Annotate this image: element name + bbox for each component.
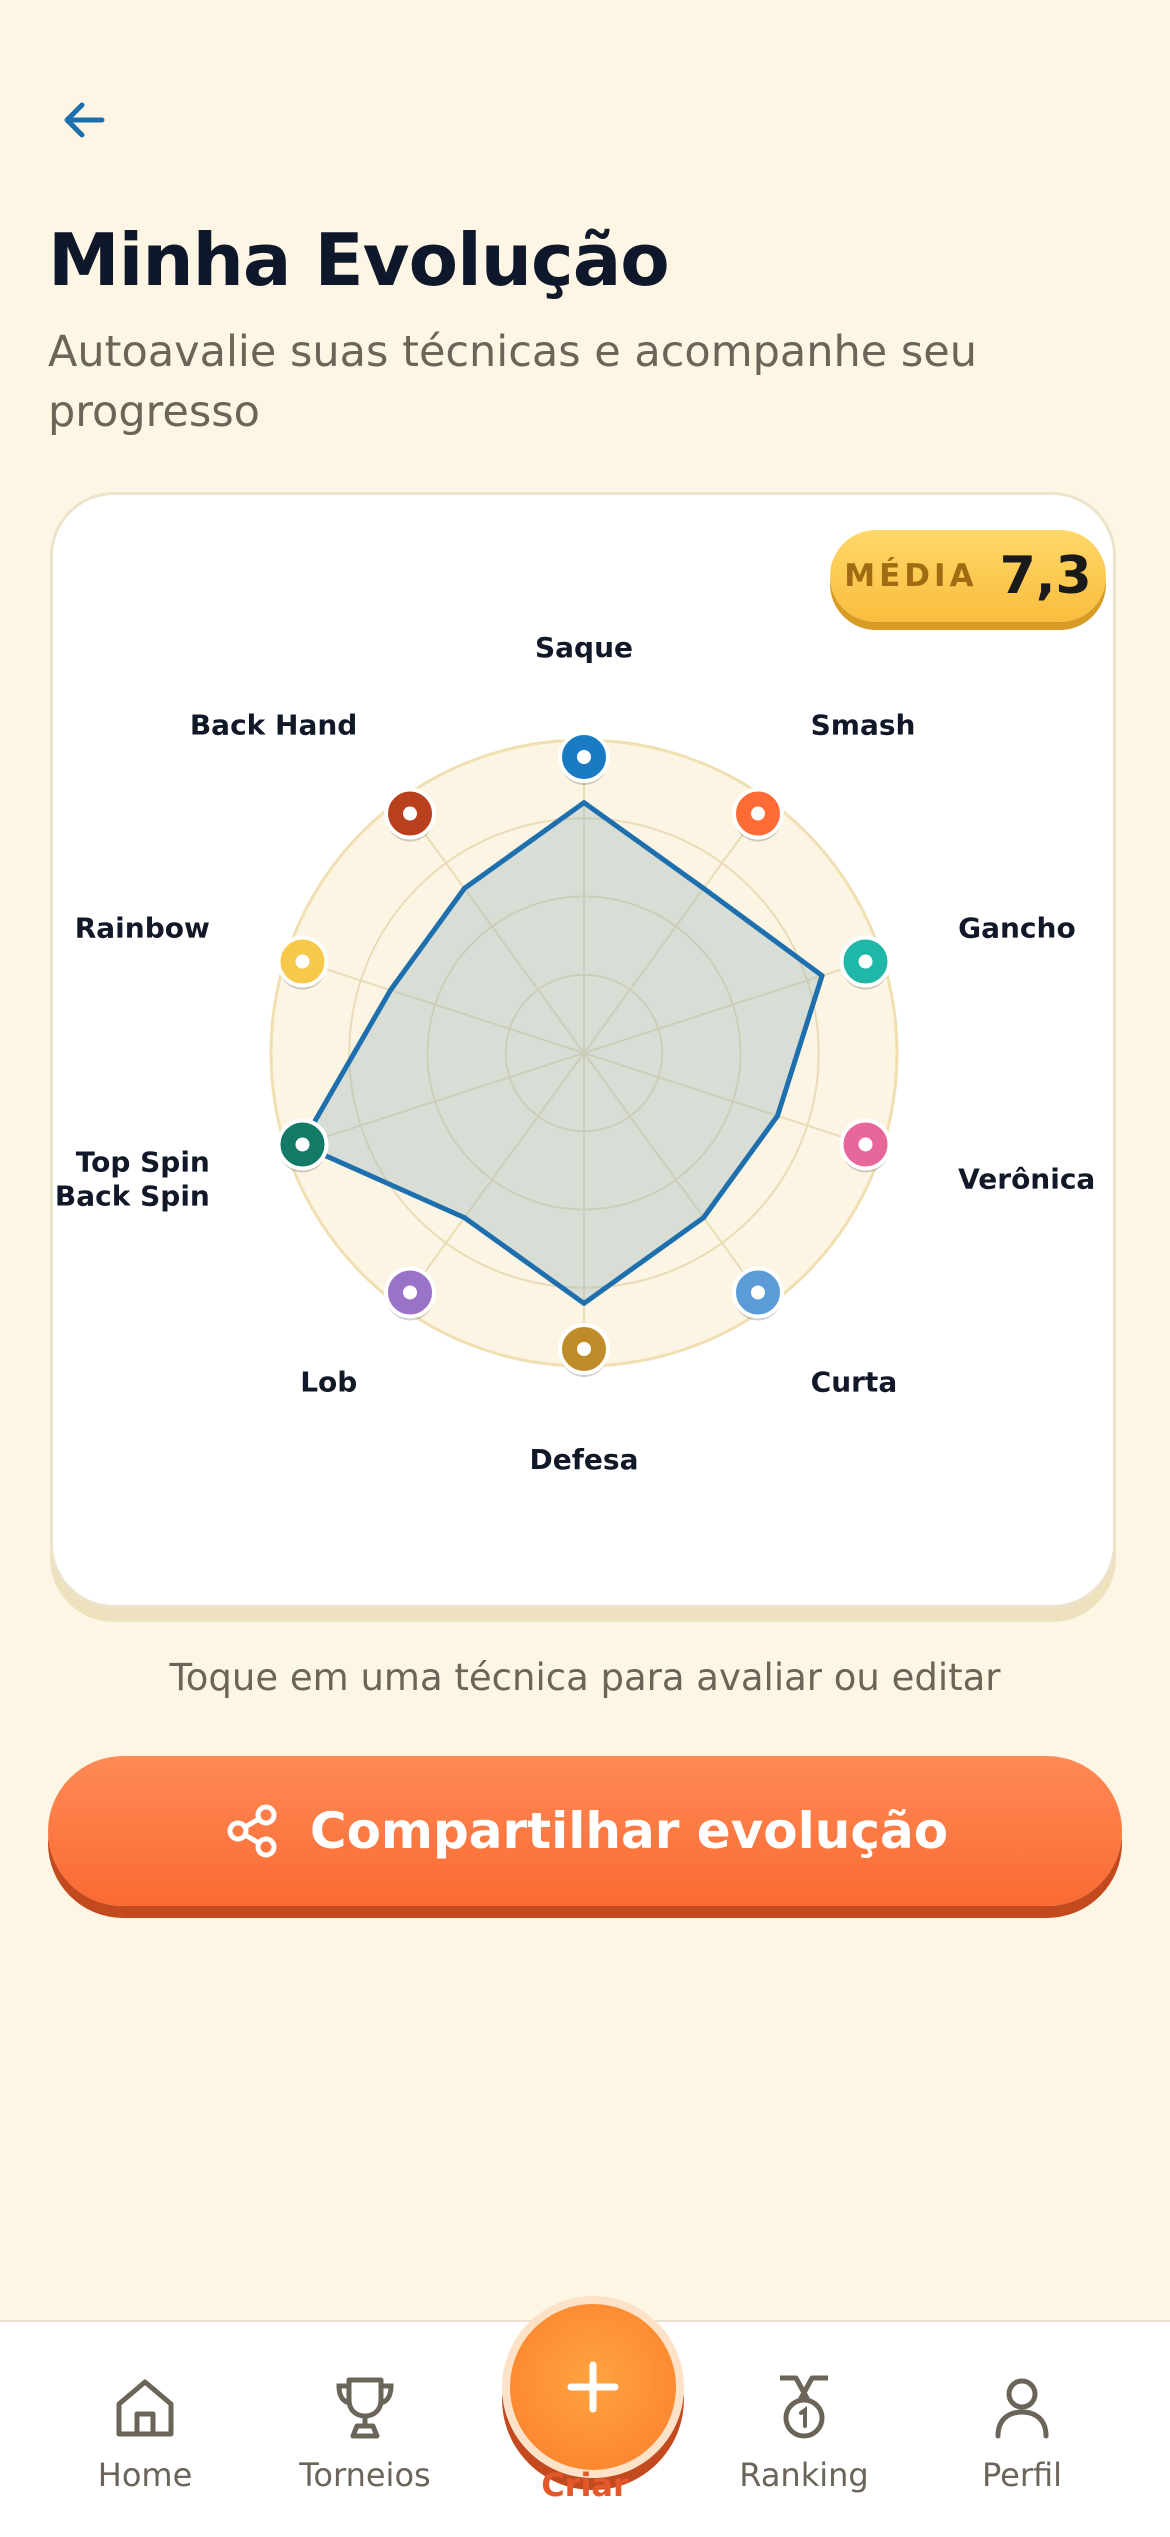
technique-marker[interactable] <box>276 1118 329 1173</box>
technique-label[interactable]: Back Hand <box>190 709 358 742</box>
technique-marker[interactable] <box>558 731 610 785</box>
technique-label[interactable]: Rainbow <box>75 912 210 945</box>
arrow-left-icon <box>64 102 105 138</box>
page-subtitle: Autoavalie suas técnicas e acompanhe seu… <box>48 327 977 437</box>
hint-text: Toque em uma técnica para avaliar ou edi… <box>169 1656 1001 1699</box>
technique-label[interactable]: Gancho <box>958 912 1076 945</box>
trophy-icon <box>336 2377 394 2439</box>
nav-ranking[interactable]: Ranking <box>714 2372 894 2494</box>
radar-chart: Saque Smash Gancho Verônica Curta Defesa Lob To… <box>55 631 1095 1476</box>
user-icon <box>995 2378 1049 2439</box>
technique-marker[interactable] <box>731 787 784 842</box>
plus-icon <box>567 2361 619 2413</box>
technique-marker[interactable] <box>839 935 892 990</box>
technique-label[interactable]: Saque <box>535 631 633 664</box>
technique-label[interactable]: Top Spin Back Spin <box>55 1145 210 1212</box>
technique-marker[interactable] <box>731 1266 784 1321</box>
average-value: 7,3 <box>999 546 1092 606</box>
technique-label[interactable]: Defesa <box>530 1443 639 1476</box>
nav-create-label: Criar <box>541 2466 629 2504</box>
technique-marker[interactable] <box>384 787 437 842</box>
share-icon <box>227 1804 277 1858</box>
technique-label[interactable]: Smash <box>811 709 916 742</box>
medal-icon <box>780 2375 828 2439</box>
technique-label[interactable]: Lob <box>300 1365 357 1398</box>
technique-marker[interactable] <box>384 1266 437 1321</box>
page-title: Minha Evolução <box>48 218 670 302</box>
nav-tournaments-label: Torneios <box>299 2456 431 2494</box>
create-button[interactable] <box>502 2296 684 2478</box>
technique-marker[interactable] <box>839 1118 892 1173</box>
nav-ranking-label: Ranking <box>739 2456 869 2494</box>
technique-label[interactable]: Curta <box>811 1365 898 1398</box>
average-badge: MÉDIA 7,3 <box>830 530 1106 622</box>
technique-marker[interactable] <box>276 935 329 990</box>
share-button[interactable]: Compartilhar evolução <box>48 1756 1122 1906</box>
nav-tournaments[interactable]: Torneios <box>275 2372 455 2494</box>
nav-home-label: Home <box>97 2456 193 2494</box>
technique-marker[interactable] <box>558 1323 610 1377</box>
technique-label[interactable]: Verônica <box>958 1162 1095 1195</box>
nav-home[interactable]: Home <box>55 2372 235 2494</box>
share-button-label: Compartilhar evolução <box>309 1802 949 1860</box>
average-label: MÉDIA <box>844 558 978 594</box>
back-button[interactable] <box>48 84 120 156</box>
nav-profile[interactable]: Perfil <box>932 2372 1112 2494</box>
nav-profile-label: Perfil <box>981 2456 1063 2494</box>
home-icon <box>116 2379 174 2437</box>
